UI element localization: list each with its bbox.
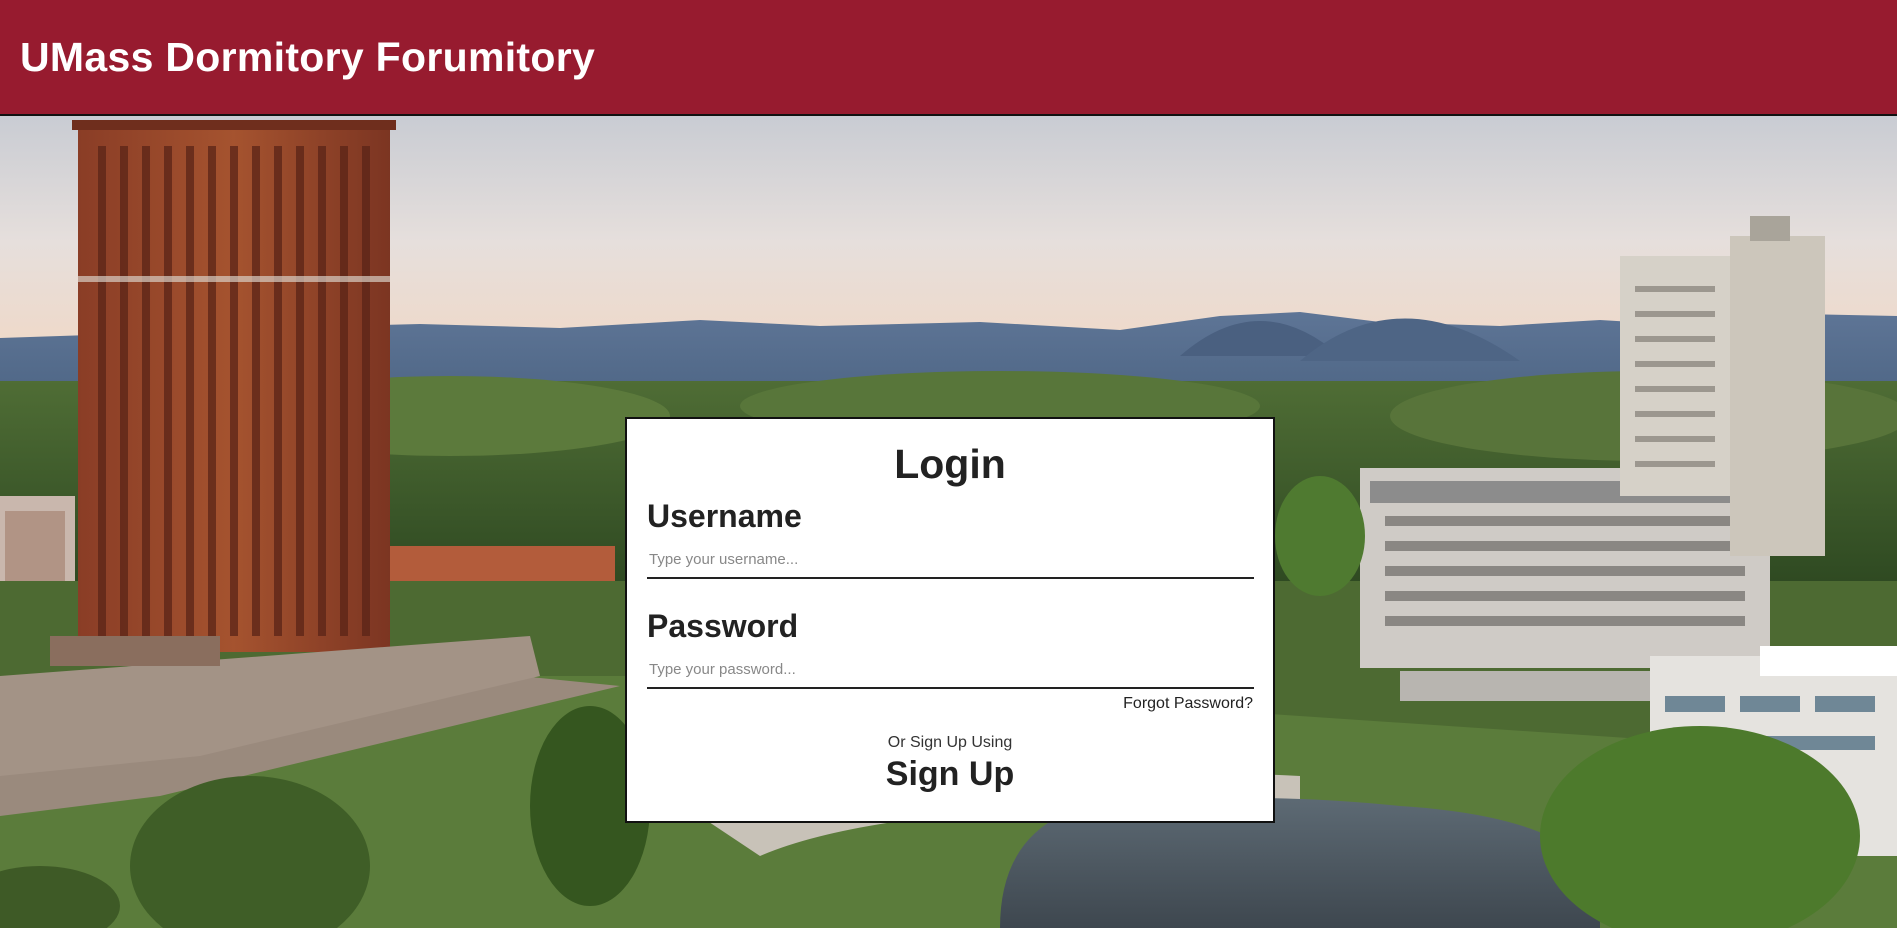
login-title: Login [894, 441, 1006, 487]
username-input[interactable] [647, 541, 1254, 579]
forgot-password-link[interactable]: Forgot Password? [1123, 695, 1253, 713]
signup-button[interactable]: Sign Up [627, 755, 1273, 794]
password-input[interactable] [647, 651, 1254, 689]
signup-prompt: Or Sign Up Using [887, 734, 1013, 751]
site-title: UMass Dormitory Forumitory [20, 33, 596, 80]
login-card: Login Username Password Forgot Password?… [625, 417, 1275, 823]
password-label: Password [647, 608, 799, 644]
site-header: UMass Dormitory Forumitory [0, 0, 1897, 116]
username-label: Username [647, 498, 802, 534]
